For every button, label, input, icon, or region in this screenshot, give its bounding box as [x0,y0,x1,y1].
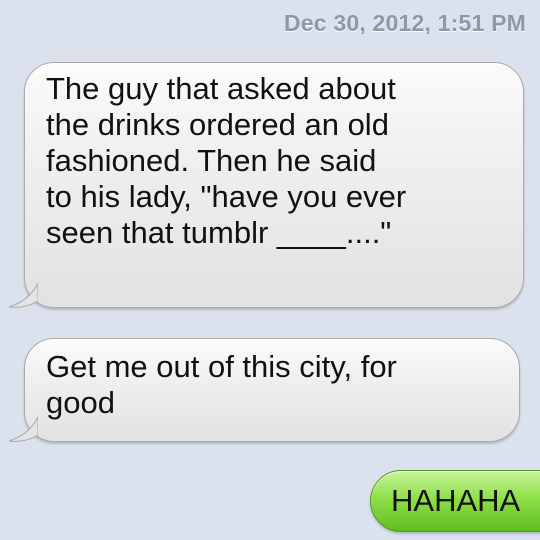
message-text: HAHAHA [391,483,521,518]
bubble-tail-icon [8,282,38,308]
message-text: The guy that asked about the drinks orde… [46,71,407,250]
bubble-tail-icon [8,416,38,442]
sent-message-bubble[interactable]: HAHAHA [370,470,540,532]
received-message-bubble[interactable]: Get me out of this city, for good [8,338,520,442]
timestamp: Dec 30, 2012, 1:51 PM [283,10,526,36]
message-text: Get me out of this city, for good [46,349,397,420]
message-thread[interactable]: Dec 30, 2012, 1:51 PM The guy that asked… [0,0,540,540]
received-message-bubble[interactable]: The guy that asked about the drinks orde… [8,62,524,308]
